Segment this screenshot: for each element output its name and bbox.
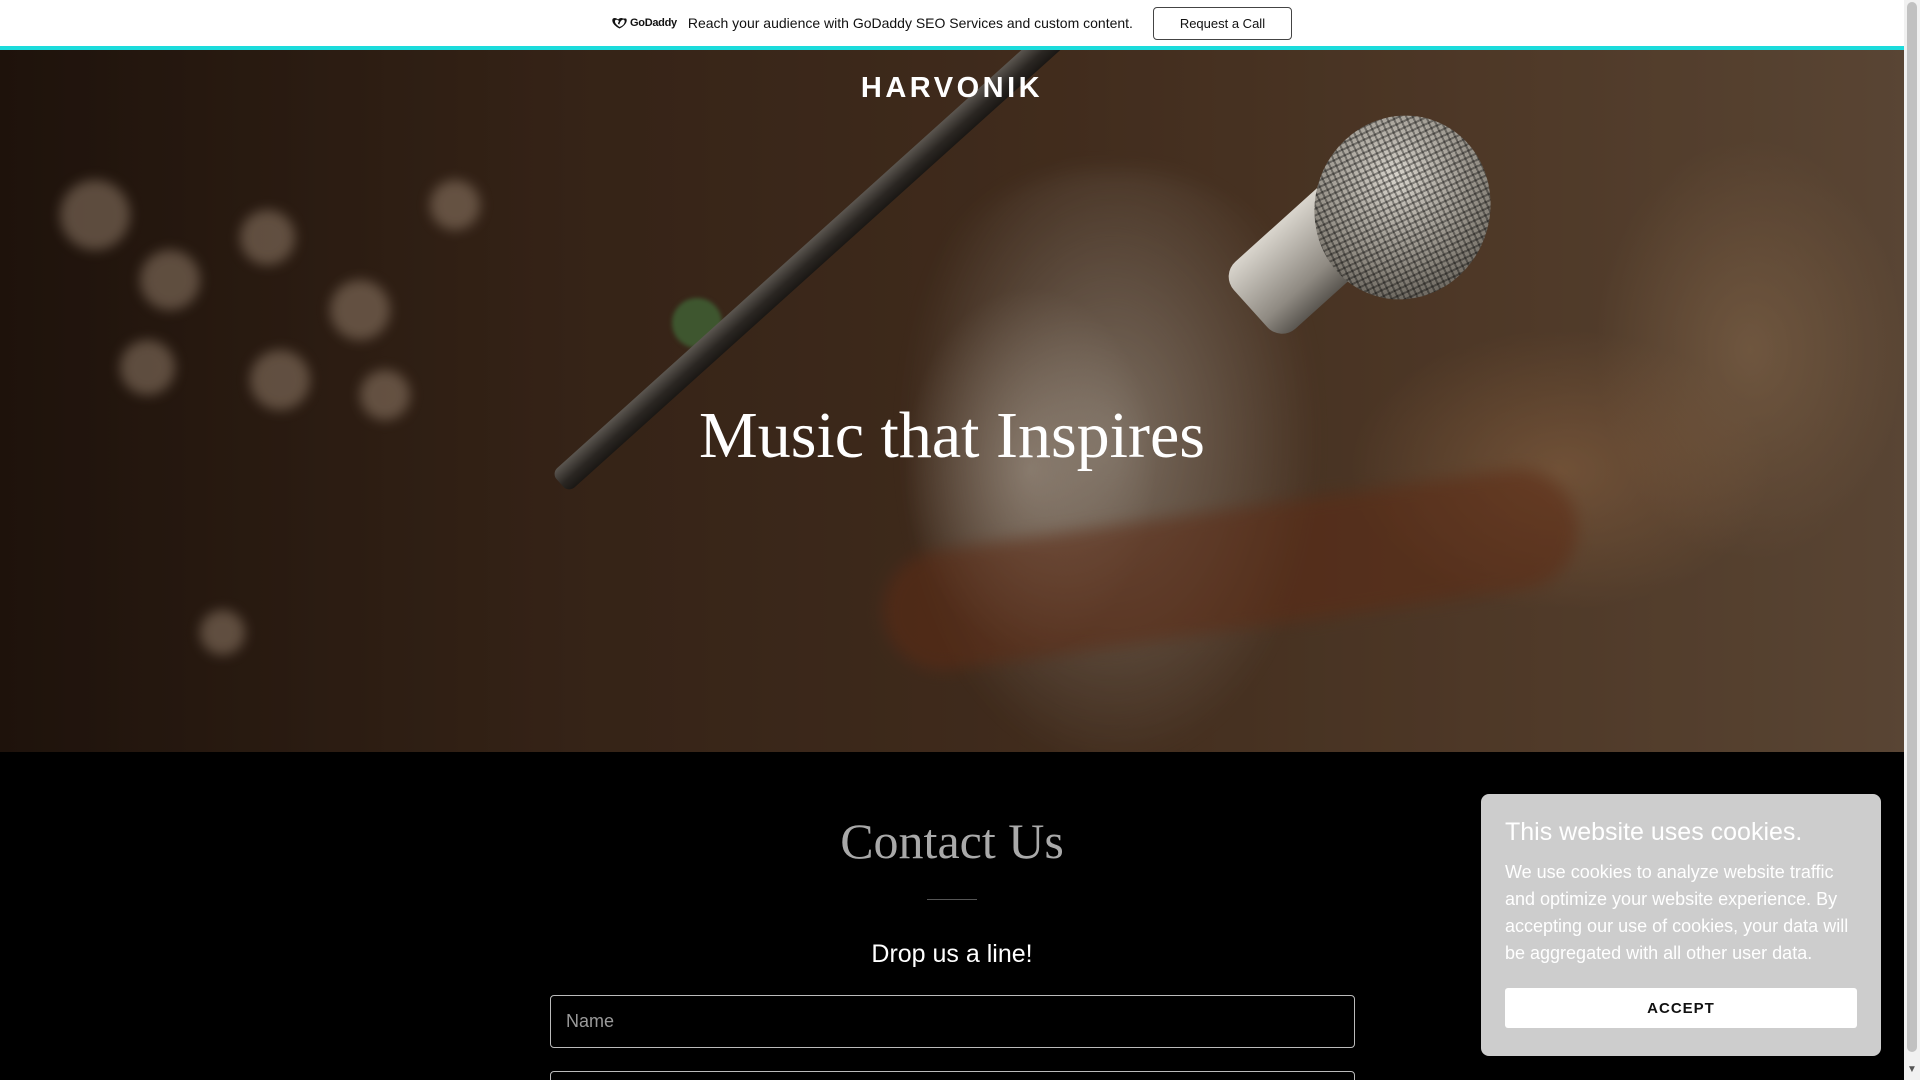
- page-scrollbar[interactable]: ▼: [1904, 0, 1920, 1080]
- accept-cookies-button[interactable]: ACCEPT: [1505, 988, 1857, 1028]
- name-input[interactable]: [550, 995, 1355, 1048]
- promo-message: Reach your audience with GoDaddy SEO Ser…: [687, 15, 1133, 31]
- section-divider: [927, 899, 977, 900]
- godaddy-logo[interactable]: GoDaddy: [612, 17, 677, 30]
- cookie-body: We use cookies to analyze website traffi…: [1505, 862, 1849, 963]
- hero-headline: Music that Inspires: [699, 399, 1205, 472]
- request-call-button[interactable]: Request a Call: [1152, 6, 1292, 40]
- cookie-title: This website uses cookies.: [1505, 818, 1803, 846]
- site-brand[interactable]: HARVONIK: [0, 72, 1904, 105]
- logo-text: GoDaddy: [630, 17, 677, 29]
- cookie-banner: This website uses cookies. We use cookie…: [1481, 794, 1881, 1056]
- scroll-thumb[interactable]: [1907, 2, 1917, 1052]
- promo-bar: GoDaddy Reach your audience with GoDaddy…: [0, 0, 1904, 50]
- hero-banner: HARVONIK Music that Inspires: [0, 50, 1904, 752]
- email-input[interactable]: [550, 1071, 1355, 1080]
- godaddy-logo-icon: [612, 17, 627, 28]
- chevron-down-icon[interactable]: ▼: [1904, 1064, 1920, 1078]
